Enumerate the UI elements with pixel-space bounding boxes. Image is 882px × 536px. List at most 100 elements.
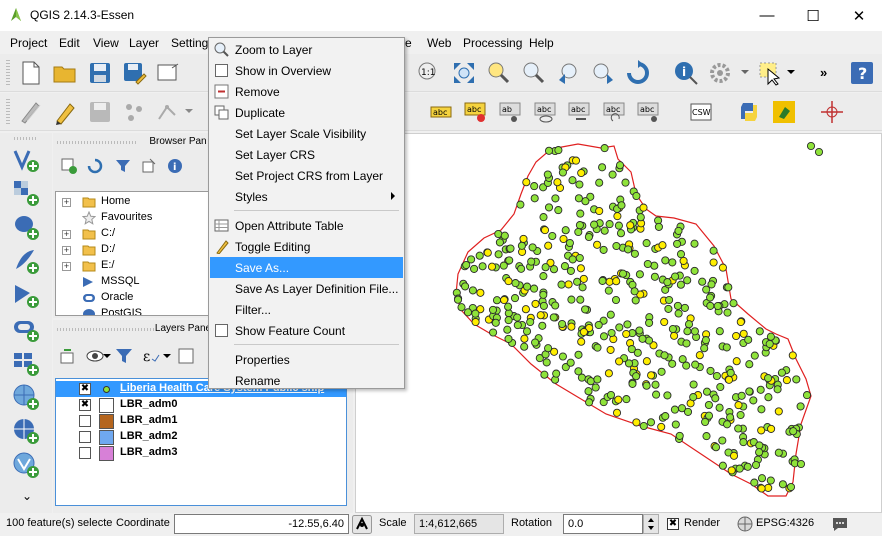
facility-point[interactable]: [576, 264, 585, 273]
facility-point[interactable]: [658, 241, 667, 250]
facility-point[interactable]: [638, 334, 647, 343]
facility-point[interactable]: [544, 241, 553, 250]
facility-point[interactable]: [676, 250, 686, 259]
facility-point[interactable]: [552, 369, 561, 378]
facility-point[interactable]: [630, 249, 639, 258]
map-canvas[interactable]: [355, 133, 882, 513]
add-vector-layer-icon[interactable]: [12, 145, 40, 173]
chevron-down-icon[interactable]: [184, 103, 194, 119]
facility-point[interactable]: [571, 156, 581, 165]
facility-point[interactable]: [623, 320, 632, 329]
facility-point[interactable]: [475, 251, 484, 260]
refresh-icon[interactable]: [625, 60, 651, 86]
facility-point[interactable]: [715, 403, 724, 412]
facility-point[interactable]: [755, 327, 764, 336]
facility-point[interactable]: [647, 371, 656, 380]
facility-point[interactable]: [471, 309, 480, 318]
facility-point[interactable]: [644, 336, 654, 345]
facility-point[interactable]: [520, 342, 529, 351]
facility-point[interactable]: [591, 383, 600, 392]
facility-point[interactable]: [504, 334, 513, 343]
facility-point[interactable]: [713, 301, 722, 311]
facility-point[interactable]: [767, 424, 776, 433]
facility-point[interactable]: [806, 141, 816, 151]
add-point-icon[interactable]: [121, 99, 147, 125]
facility-point[interactable]: [635, 326, 644, 335]
facility-point[interactable]: [765, 339, 774, 349]
label-move-icon[interactable]: abc: [566, 99, 592, 125]
facility-point[interactable]: [668, 324, 677, 334]
facility-point[interactable]: [522, 327, 532, 336]
facility-point[interactable]: [549, 313, 558, 322]
facility-point[interactable]: [796, 459, 806, 469]
facility-point[interactable]: [718, 461, 727, 470]
facility-point[interactable]: [457, 303, 466, 312]
facility-point[interactable]: [504, 277, 513, 286]
facility-point[interactable]: [567, 322, 576, 331]
facility-point[interactable]: [673, 239, 682, 248]
facility-point[interactable]: [755, 441, 764, 450]
menu-project[interactable]: Project: [10, 36, 47, 50]
crosshair-icon[interactable]: [819, 99, 845, 125]
facility-point[interactable]: [471, 317, 480, 327]
facility-point[interactable]: [632, 418, 641, 427]
chevron-down-icon[interactable]: [163, 351, 171, 361]
facility-point[interactable]: [668, 258, 677, 267]
layer-row[interactable]: LBR_adm3: [56, 445, 346, 461]
minimize-button[interactable]: —: [744, 0, 790, 31]
facility-point[interactable]: [606, 390, 616, 400]
facility-point[interactable]: [674, 309, 683, 318]
facility-point[interactable]: [600, 226, 609, 235]
facility-point[interactable]: [756, 385, 765, 394]
facility-point[interactable]: [663, 278, 672, 287]
facility-point[interactable]: [706, 301, 715, 310]
rotation-spinbox[interactable]: 0.0: [563, 514, 643, 534]
facility-point[interactable]: [691, 360, 700, 369]
facility-point[interactable]: [579, 327, 588, 337]
facility-point[interactable]: [614, 221, 623, 230]
facility-point[interactable]: [574, 350, 583, 359]
facility-point[interactable]: [706, 293, 715, 302]
facility-point[interactable]: [711, 443, 721, 452]
facility-point[interactable]: [605, 220, 614, 229]
facility-point[interactable]: [513, 313, 522, 322]
facility-point[interactable]: [593, 240, 602, 249]
facility-point[interactable]: [734, 424, 743, 433]
facility-point[interactable]: [595, 178, 604, 187]
add-wms-layer-icon[interactable]: [12, 383, 40, 411]
facility-point[interactable]: [593, 375, 602, 384]
facility-point[interactable]: [604, 286, 613, 295]
facility-point[interactable]: [561, 226, 570, 235]
csv-icon[interactable]: CSW: [688, 99, 714, 125]
menu-item-save-as[interactable]: Save As...: [210, 257, 403, 278]
facility-point[interactable]: [736, 317, 745, 327]
facility-point[interactable]: [503, 325, 512, 334]
facility-point[interactable]: [576, 209, 585, 218]
facility-point[interactable]: [675, 431, 684, 440]
facility-point[interactable]: [663, 391, 672, 400]
facility-point[interactable]: [539, 290, 548, 299]
facility-point[interactable]: [522, 178, 531, 187]
facility-point[interactable]: [598, 163, 607, 172]
facility-point[interactable]: [612, 277, 621, 286]
facility-point[interactable]: [499, 261, 508, 270]
facility-point[interactable]: [476, 288, 485, 297]
facility-point[interactable]: [467, 255, 476, 264]
facility-point[interactable]: [575, 221, 584, 230]
rotation-stepper[interactable]: [643, 514, 659, 534]
label-pin-icon[interactable]: ab: [497, 99, 523, 125]
facility-point[interactable]: [618, 269, 628, 278]
visibility-eye-icon[interactable]: [86, 347, 104, 365]
menu-item-open-attribute-table[interactable]: Open Attribute Table: [210, 215, 403, 236]
facility-point[interactable]: [622, 329, 631, 339]
toolbar-overflow-icon[interactable]: ⌄: [22, 489, 32, 503]
facility-point[interactable]: [729, 299, 738, 308]
facility-point[interactable]: [581, 305, 590, 314]
facility-point[interactable]: [551, 301, 560, 310]
menu-item-remove[interactable]: Remove: [210, 81, 403, 102]
expand-icon[interactable]: +: [62, 262, 71, 271]
crs-label[interactable]: EPSG:4326: [756, 517, 814, 529]
facility-point[interactable]: [652, 390, 661, 399]
menu-item-save-as-layer-definition-file[interactable]: Save As Layer Definition File...: [210, 278, 403, 299]
facility-point[interactable]: [504, 302, 513, 311]
